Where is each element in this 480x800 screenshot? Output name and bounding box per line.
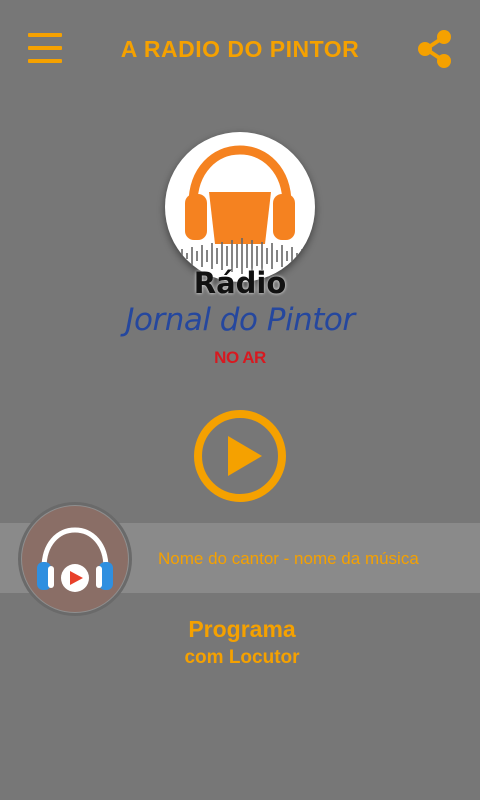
logo-badge <box>165 132 315 282</box>
cover-art <box>22 506 128 612</box>
logo-text-radio: Rádio <box>193 266 287 300</box>
app-title: A RADIO DO PINTOR <box>120 36 360 62</box>
headphones-logo-icon <box>176 145 303 274</box>
play-icon <box>194 410 286 502</box>
top-app-bar: A RADIO DO PINTOR <box>0 0 480 100</box>
share-icon <box>418 30 451 68</box>
logo-text-on-air: NO AR <box>214 348 266 367</box>
program-title: Programa <box>188 616 296 642</box>
program-host: com Locutor <box>184 647 300 668</box>
play-button[interactable] <box>192 408 288 504</box>
share-button[interactable] <box>414 28 456 70</box>
headphones-play-icon <box>37 527 113 592</box>
logo-text-station-name: Jornal do Pintor <box>125 302 355 338</box>
station-logo: Rádio Jornal do Pintor NO AR <box>105 126 375 386</box>
now-playing-text: Nome do cantor - nome da música <box>158 549 419 568</box>
